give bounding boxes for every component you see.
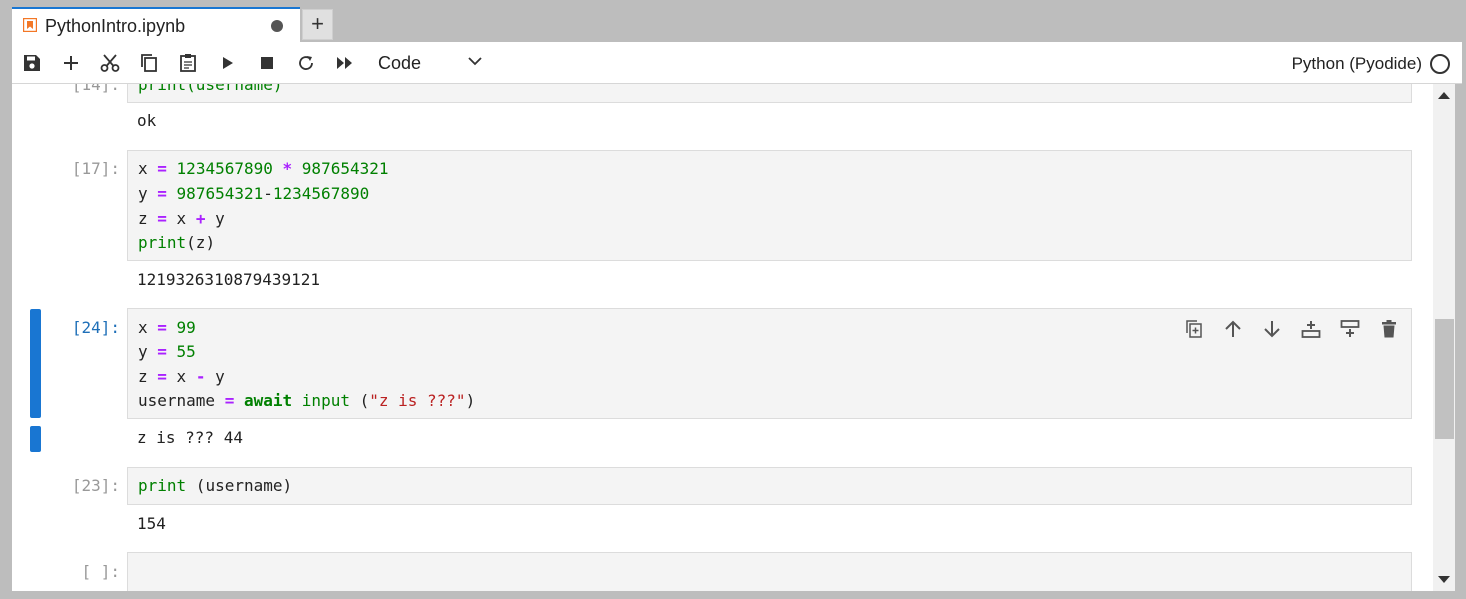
code-line: x = 1234567890 * 987654321 xyxy=(138,159,389,178)
code-line: z = x - y xyxy=(138,367,225,386)
chevron-down-icon[interactable] xyxy=(468,54,482,68)
move-cell-up-button[interactable] xyxy=(1222,318,1244,340)
cell-prompt: [14]: xyxy=(71,84,120,94)
insert-below-icon xyxy=(1340,320,1360,337)
delete-icon xyxy=(1382,320,1396,338)
code-line: y = 987654321-1234567890 xyxy=(138,184,370,203)
window-edge xyxy=(1455,84,1466,599)
save-icon xyxy=(24,55,40,71)
run-icon xyxy=(223,57,233,69)
paste-icon xyxy=(180,54,196,72)
add-cell-icon xyxy=(64,56,78,70)
notebook-panel[interactable]: [14]: print(username) ok [17]: x = 12345… xyxy=(12,84,1433,591)
move-cell-down-button[interactable] xyxy=(1261,318,1283,340)
unsaved-indicator-icon[interactable] xyxy=(271,20,283,32)
scroll-down-arrow-icon[interactable] xyxy=(1438,576,1450,583)
paste-button[interactable] xyxy=(177,52,199,74)
output-collapser[interactable] xyxy=(30,426,41,452)
tab-title: PythonIntro.ipynb xyxy=(45,16,186,36)
stop-icon xyxy=(261,57,273,69)
add-cell-button[interactable] xyxy=(60,52,82,74)
scrollbar-thumb[interactable] xyxy=(1435,319,1454,439)
cell-output: 154 xyxy=(137,514,166,533)
restart-button[interactable] xyxy=(295,52,317,74)
move-up-icon xyxy=(1225,320,1241,337)
copy-button[interactable] xyxy=(138,52,160,74)
duplicate-cell-button[interactable] xyxy=(1183,318,1205,340)
run-all-icon xyxy=(337,57,352,69)
cell-prompt: [ ]: xyxy=(81,562,120,581)
copy-icon xyxy=(141,54,157,72)
cell-prompt: [23]: xyxy=(71,476,120,495)
code-cell-input[interactable]: print(username) xyxy=(127,84,1412,103)
insert-above-icon xyxy=(1301,321,1321,338)
code-cell-input[interactable]: x = 1234567890 * 987654321 y = 987654321… xyxy=(127,150,1412,261)
cell-prompt: [24]: xyxy=(71,318,120,337)
tab-bar: PythonIntro.ipynb + xyxy=(0,0,1466,42)
code-line: username = await input ("z is ???") xyxy=(138,391,476,410)
tab-notebook[interactable]: PythonIntro.ipynb xyxy=(12,7,300,42)
cut-icon xyxy=(100,54,120,72)
code-cell-input-empty[interactable] xyxy=(127,552,1412,591)
run-button[interactable] xyxy=(217,52,239,74)
restart-icon xyxy=(299,56,313,70)
cell-output: 1219326310879439121 xyxy=(137,270,321,289)
code-line: print(z) xyxy=(138,233,216,252)
notebook-toolbar: Code Python (Pyodide) xyxy=(12,42,1462,84)
delete-cell-button[interactable] xyxy=(1378,318,1400,340)
code-cell-input-active[interactable]: x = 99 y = 55 z = x - y username = await… xyxy=(127,308,1412,419)
new-tab-button[interactable]: + xyxy=(302,9,333,40)
vertical-scrollbar[interactable] xyxy=(1433,84,1455,591)
code-line: z = x + y xyxy=(138,209,225,228)
stop-button[interactable] xyxy=(256,52,278,74)
code-token: print(username) xyxy=(138,84,283,94)
code-line: y = 55 xyxy=(138,342,196,361)
scroll-up-arrow-icon[interactable] xyxy=(1438,92,1450,99)
notebook-icon xyxy=(23,18,37,32)
duplicate-icon xyxy=(1186,320,1202,338)
code-line: x = 99 xyxy=(138,318,196,337)
cut-button[interactable] xyxy=(99,52,121,74)
code-line: print (username) xyxy=(138,476,293,495)
run-all-button[interactable] xyxy=(334,52,356,74)
code-cell-input[interactable]: print (username) xyxy=(127,467,1412,505)
cell-output: z is ??? 44 xyxy=(137,428,243,447)
insert-cell-above-button[interactable] xyxy=(1300,318,1322,340)
insert-cell-below-button[interactable] xyxy=(1339,318,1361,340)
kernel-idle-status-icon xyxy=(1430,54,1450,74)
move-down-icon xyxy=(1264,321,1280,338)
cell-output: ok xyxy=(137,111,157,130)
code-line: print(username) xyxy=(138,84,283,94)
save-button[interactable] xyxy=(21,52,43,74)
cell-type-select[interactable]: Code xyxy=(378,53,421,74)
kernel-name[interactable]: Python (Pyodide) xyxy=(1292,54,1422,74)
cell-prompt: [17]: xyxy=(71,159,120,178)
